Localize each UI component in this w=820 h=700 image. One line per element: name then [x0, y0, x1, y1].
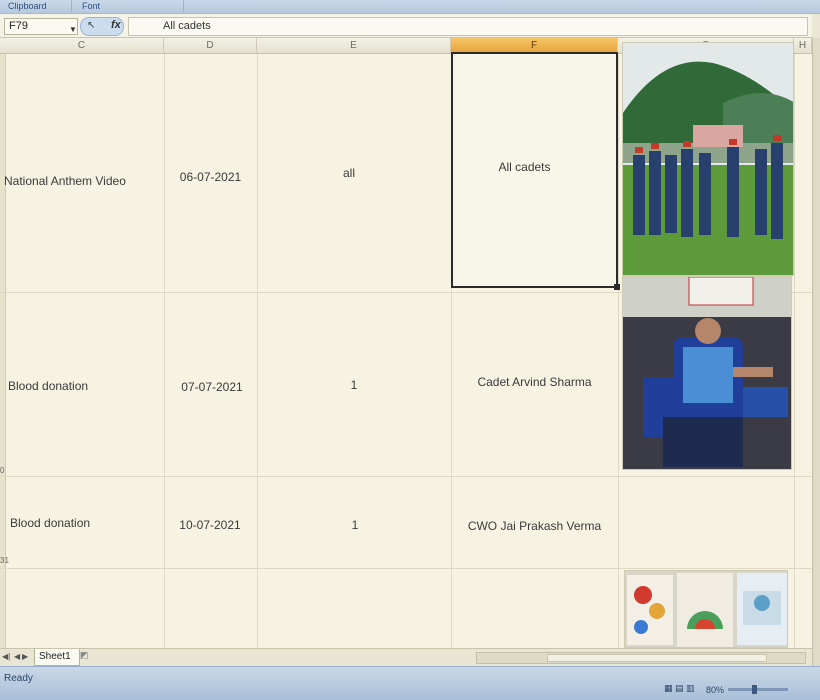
grid-line — [618, 54, 619, 648]
ribbon-group-other[interactable] — [186, 0, 726, 13]
column-header-e[interactable]: E — [257, 38, 451, 54]
cadets-parade-photo[interactable] — [622, 42, 794, 276]
name-box[interactable]: F79 ▼ — [4, 18, 78, 35]
cell-date[interactable]: 07-07-2021 — [164, 380, 260, 394]
prev-sheet-icon[interactable]: ◀ — [14, 652, 20, 661]
formula-bar: F79 ▼ ↖ fx All cadets — [0, 14, 812, 38]
grid-line — [794, 54, 795, 648]
zoom-level[interactable]: 80% — [706, 685, 724, 695]
grid-line — [257, 54, 258, 648]
grid-line — [164, 54, 165, 648]
insert-sheet-icon[interactable]: ◩ — [80, 650, 94, 664]
cell-date[interactable]: 10-07-2021 — [164, 518, 256, 532]
ribbon-group-font[interactable]: Font — [74, 0, 184, 13]
row-headers[interactable]: 0 31 — [0, 54, 9, 648]
column-header-c[interactable]: C — [0, 38, 164, 54]
grid-line — [0, 568, 812, 569]
horizontal-scrollbar[interactable] — [476, 652, 806, 664]
cell-participant[interactable]: CWO Jai Prakash Verma — [451, 519, 618, 533]
row-number[interactable]: 31 — [0, 556, 9, 565]
status-text: Ready — [4, 673, 33, 684]
cancel-icon[interactable]: ↖ — [87, 20, 95, 31]
zoom-slider-knob[interactable] — [752, 685, 757, 694]
cell-count[interactable]: 1 — [257, 518, 453, 532]
fill-handle[interactable] — [614, 284, 620, 290]
horizontal-scroll-thumb[interactable] — [547, 654, 767, 662]
spreadsheet-window: Clipboard Font F79 ▼ ↖ fx All cadets C D… — [0, 0, 820, 700]
page-view-icons[interactable]: ▦ ▤ ▥ — [664, 683, 695, 694]
zoom-slider[interactable] — [728, 685, 788, 694]
cadets-parade-image — [623, 43, 793, 275]
name-box-value: F79 — [9, 20, 28, 32]
cell-count[interactable]: 1 — [257, 378, 451, 392]
cell-date[interactable]: 06-07-2021 — [164, 170, 257, 184]
chevron-down-icon[interactable]: ▼ — [69, 25, 77, 34]
ribbon-group-clipboard[interactable]: Clipboard — [0, 0, 72, 13]
column-header-h[interactable]: H — [794, 38, 812, 54]
status-bar: Ready ▦ ▤ ▥ 80% — [0, 666, 820, 700]
cell-activity[interactable]: National Anthem Video — [4, 174, 126, 188]
posters-photo[interactable] — [624, 570, 788, 648]
posters-image — [625, 571, 787, 647]
grid-line — [0, 476, 812, 477]
blood-donation-image — [623, 277, 791, 469]
vertical-scrollbar[interactable] — [812, 38, 820, 666]
formula-input[interactable]: All cadets — [128, 17, 808, 36]
next-sheet-icon[interactable]: ▶ — [22, 652, 28, 661]
cell-activity[interactable]: Blood donation — [8, 379, 88, 393]
ribbon: Clipboard Font — [0, 0, 820, 14]
first-sheet-icon[interactable]: ◀| — [2, 652, 10, 661]
cell-participant[interactable]: All cadets — [451, 160, 598, 174]
cell-grid: 0 31 National Anthem Video 06-07-2021 al… — [0, 42, 812, 648]
insert-function-icon[interactable]: fx — [111, 19, 121, 31]
column-header-d[interactable]: D — [164, 38, 257, 54]
row-number[interactable]: 0 — [0, 466, 4, 475]
cell-participant[interactable]: Cadet Arvind Sharma — [451, 375, 618, 389]
cell-activity[interactable]: Blood donation — [10, 516, 90, 530]
cell-count[interactable]: all — [257, 166, 441, 180]
sheet-tabs-bar: ◀| ◀ ▶ Sheet1 ◩ — [0, 648, 812, 666]
formula-buttons[interactable]: ↖ fx — [80, 17, 124, 36]
tab-sheet1[interactable]: Sheet1 — [34, 649, 80, 666]
blood-donation-photo[interactable] — [622, 276, 792, 470]
